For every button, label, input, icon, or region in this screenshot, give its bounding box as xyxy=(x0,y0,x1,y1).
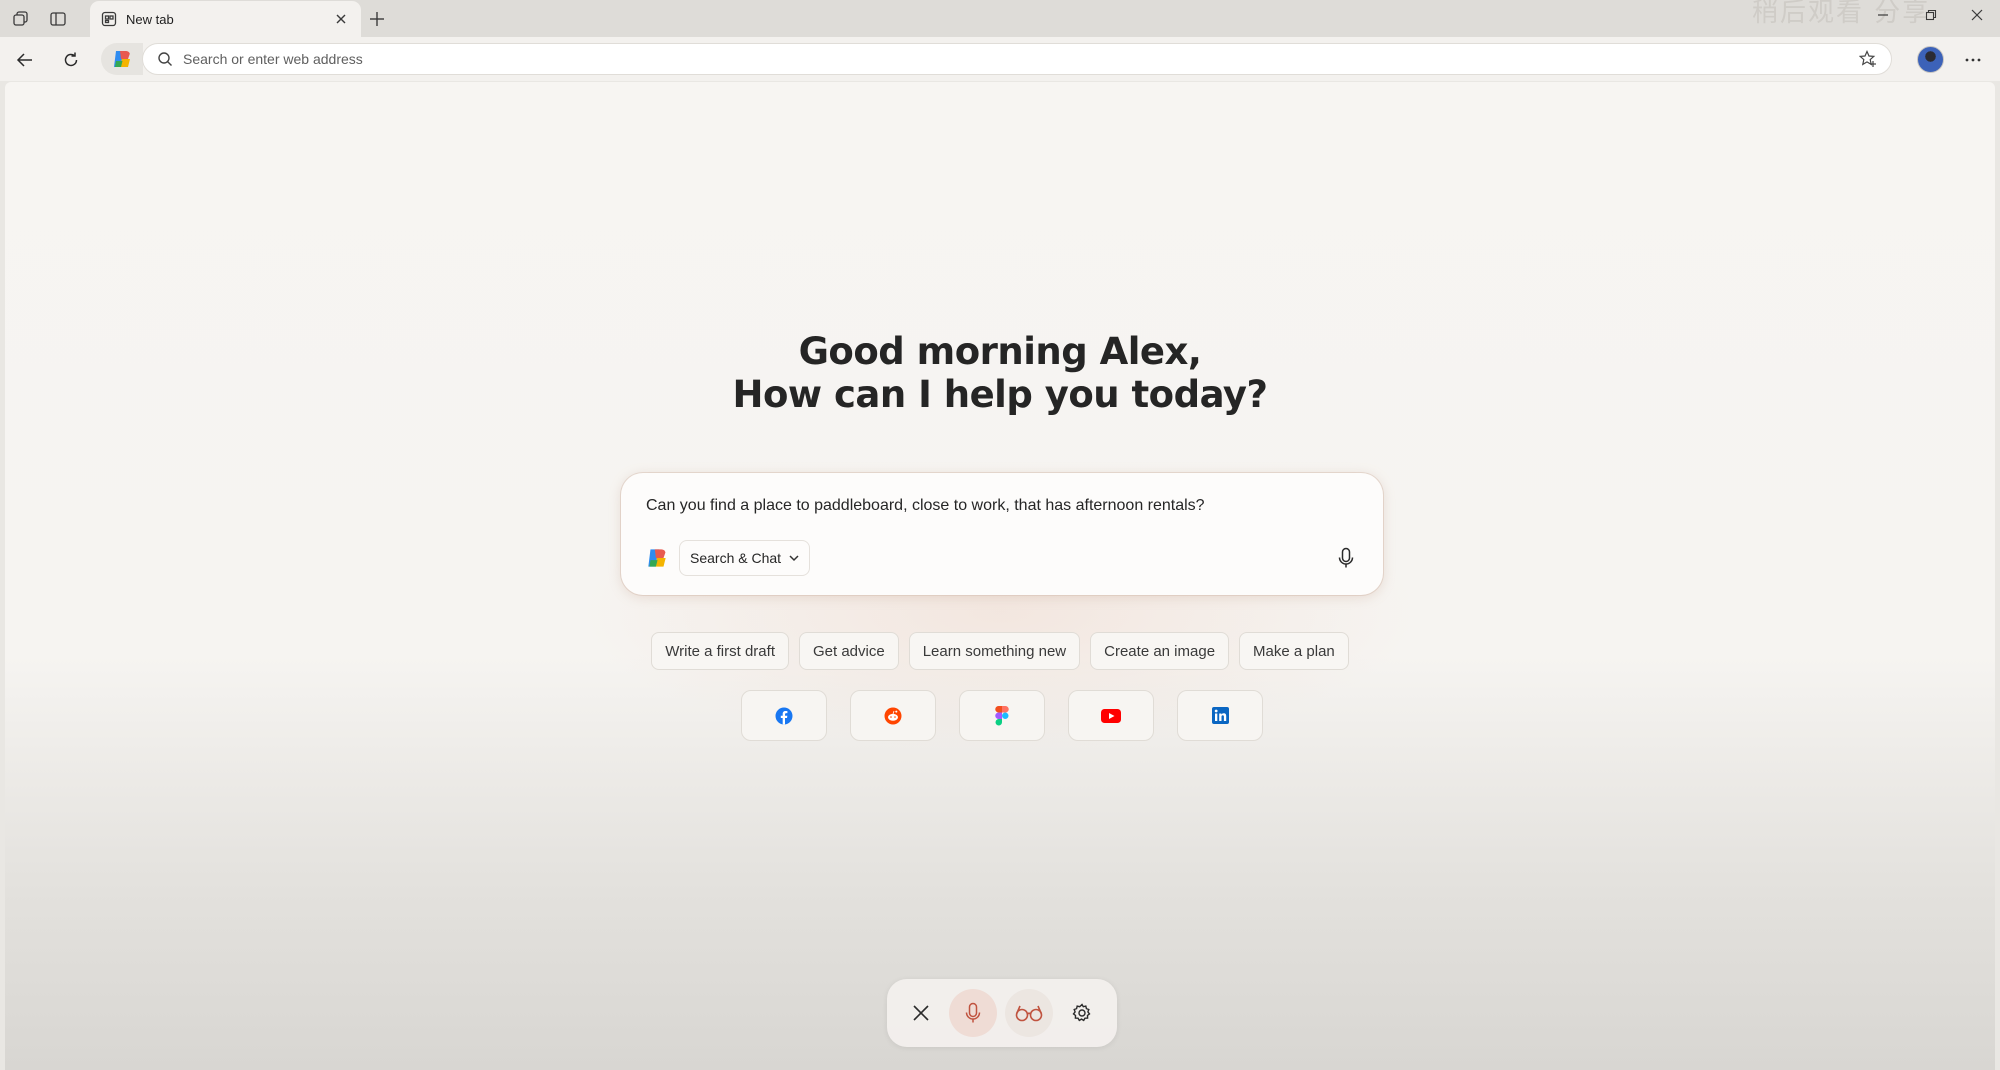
tab-title: New tab xyxy=(126,11,174,27)
tab-new-tab[interactable]: New tab xyxy=(90,1,361,37)
mode-dropdown[interactable]: Search & Chat xyxy=(679,540,811,576)
glasses-icon xyxy=(1015,1005,1043,1022)
greeting-heading: Good morning Alex, How can I help you to… xyxy=(5,330,1995,416)
chip-learn-something-new[interactable]: Learn something new xyxy=(908,632,1081,670)
new-tab-favicon-icon xyxy=(100,10,118,28)
figma-icon xyxy=(995,705,1009,725)
close-window-button[interactable] xyxy=(1954,0,2000,30)
chip-get-advice[interactable]: Get advice xyxy=(798,632,899,670)
voice-mic-button[interactable] xyxy=(949,989,997,1037)
profile-avatar[interactable] xyxy=(1917,46,1944,73)
voice-settings-button[interactable] xyxy=(1058,989,1106,1037)
search-icon xyxy=(157,51,173,67)
chevron-down-icon xyxy=(789,554,799,562)
workspaces-icon[interactable] xyxy=(8,8,32,30)
greeting-line-2: How can I help you today? xyxy=(732,373,1268,416)
new-tab-button[interactable] xyxy=(364,6,390,32)
suggestion-chips: Write a first draft Get advice Learn som… xyxy=(5,632,1995,670)
chip-write-first-draft[interactable]: Write a first draft xyxy=(651,632,789,670)
close-voice-button[interactable] xyxy=(897,989,945,1037)
copilot-icon xyxy=(648,549,666,567)
copilot-icon xyxy=(114,51,130,67)
more-options-icon[interactable] xyxy=(1958,46,1988,74)
shortcut-youtube[interactable] xyxy=(1068,690,1154,741)
voice-control-bar xyxy=(887,979,1117,1047)
composer-input-text[interactable]: Can you find a place to paddleboard, clo… xyxy=(646,497,1205,515)
copilot-button[interactable] xyxy=(101,43,143,75)
close-icon xyxy=(913,1005,929,1021)
greeting-line-1: Good morning Alex, xyxy=(798,330,1202,373)
shortcut-reddit[interactable] xyxy=(850,690,936,741)
microphone-icon xyxy=(1338,547,1354,568)
copilot-composer[interactable]: Can you find a place to paddleboard, clo… xyxy=(621,473,1383,595)
microphone-icon xyxy=(965,1002,981,1023)
facebook-icon xyxy=(775,707,793,724)
vision-button[interactable] xyxy=(1005,989,1053,1037)
shortcut-facebook[interactable] xyxy=(741,690,827,741)
shortcut-linkedin[interactable] xyxy=(1177,690,1263,741)
shortcut-figma[interactable] xyxy=(959,690,1045,741)
back-button[interactable] xyxy=(10,45,40,75)
chip-create-image[interactable]: Create an image xyxy=(1090,632,1230,670)
refresh-button[interactable] xyxy=(56,45,86,75)
vertical-tabs-icon[interactable] xyxy=(46,8,70,30)
title-bar: New tab 稍后观看 分享 xyxy=(0,0,2000,37)
minimize-button[interactable] xyxy=(1860,0,1906,30)
reddit-icon xyxy=(884,707,902,724)
browser-toolbar xyxy=(0,37,2000,81)
address-bar xyxy=(142,43,1892,75)
new-tab-page: Good morning Alex, How can I help you to… xyxy=(5,82,1995,1070)
youtube-icon xyxy=(1101,708,1121,723)
restore-button[interactable] xyxy=(1908,0,1954,30)
close-tab-icon[interactable] xyxy=(331,9,351,29)
chip-make-plan[interactable]: Make a plan xyxy=(1239,632,1349,670)
add-favorite-icon[interactable] xyxy=(1853,44,1883,74)
site-shortcuts xyxy=(741,690,1263,741)
address-input[interactable] xyxy=(183,51,1853,67)
mode-label: Search & Chat xyxy=(690,550,782,566)
microphone-button[interactable] xyxy=(1331,543,1361,573)
linkedin-icon xyxy=(1211,707,1229,724)
gear-icon xyxy=(1072,1003,1091,1022)
